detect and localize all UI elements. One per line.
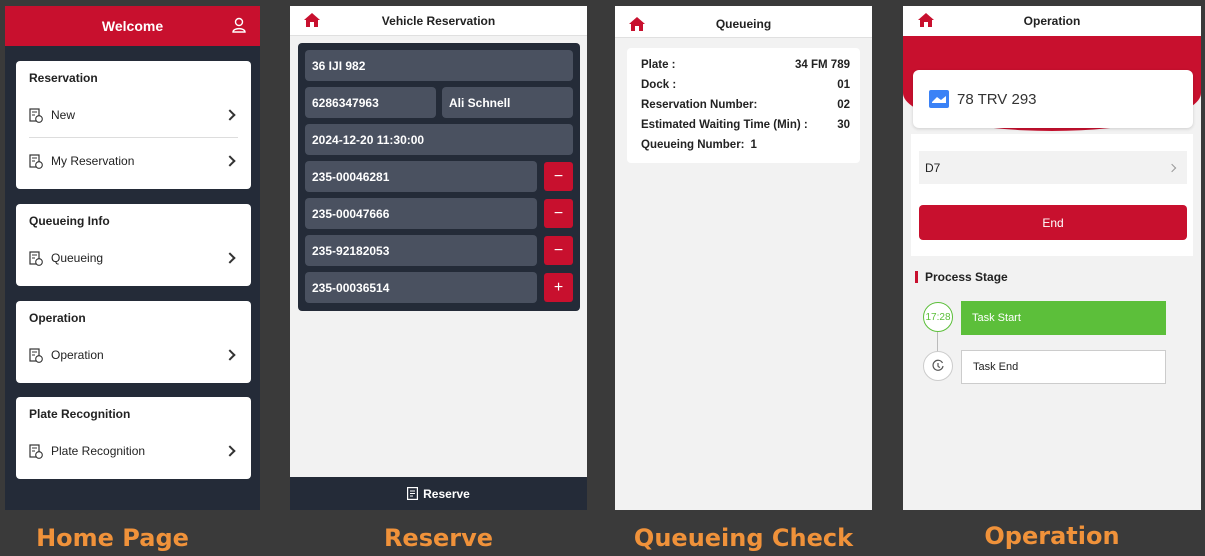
queueing-screen: Queueing Plate : 34 FM 789 Dock : 01 Res… — [615, 6, 872, 510]
caption-home: Home Page — [36, 524, 189, 552]
remove-order-button[interactable]: − — [544, 162, 573, 191]
stage-task-end: Task End — [961, 350, 1166, 384]
document-clock-icon — [29, 107, 43, 123]
plate-number: 78 TRV 293 — [957, 90, 1037, 108]
user-icon[interactable] — [232, 17, 246, 33]
info-row-waiting-time: Estimated Waiting Time (Min) : 30 — [641, 119, 850, 135]
document-clock-icon — [29, 347, 43, 363]
end-button[interactable]: End — [919, 205, 1187, 240]
card-title: Reservation — [29, 71, 98, 85]
chevron-right-icon — [224, 252, 236, 264]
home-header: Welcome — [5, 6, 260, 46]
menu-item-new[interactable]: New — [29, 103, 238, 127]
stage-time-badge: 17:28 — [923, 302, 953, 332]
dock-value: D7 — [925, 160, 941, 175]
add-order-button[interactable]: + — [544, 273, 573, 302]
plate-recognition-card: Plate Recognition Plate Recognition — [16, 397, 251, 479]
operation-topbar: Operation — [903, 6, 1201, 36]
menu-item-label: My Reservation — [51, 154, 135, 168]
menu-item-plate-recognition[interactable]: Plate Recognition — [29, 439, 238, 463]
name-field[interactable]: Ali Schnell — [442, 87, 573, 118]
document-clock-icon — [29, 443, 43, 459]
order-field[interactable]: 235-92182053 — [305, 235, 537, 266]
info-row-reservation-number: Reservation Number: 02 — [641, 99, 850, 115]
card-title: Plate Recognition — [29, 407, 131, 421]
datetime-field[interactable]: 2024-12-20 11:30:00 — [305, 124, 573, 155]
queue-info-card: Plate : 34 FM 789 Dock : 01 Reservation … — [627, 48, 860, 163]
chevron-right-icon — [224, 155, 236, 167]
truck-icon — [929, 90, 949, 108]
page-title: Vehicle Reservation — [381, 14, 496, 28]
page-title: Queueing — [715, 17, 772, 31]
remove-order-button[interactable]: − — [544, 199, 573, 228]
reserve-screen: Vehicle Reservation 36 IJI 982 628634796… — [290, 6, 587, 510]
welcome-title: Welcome — [101, 18, 164, 34]
chevron-right-icon — [224, 349, 236, 361]
menu-item-label: Operation — [51, 348, 104, 362]
info-value: 30 — [837, 119, 850, 131]
reservation-card: Reservation New My Reservation — [16, 61, 251, 189]
home-page-screen: Welcome Reservation New My Reservation Q… — [5, 6, 260, 510]
plate-card: 78 TRV 293 — [913, 70, 1193, 128]
card-title: Queueing Info — [29, 214, 110, 228]
process-stage-title: Process Stage — [915, 271, 1008, 283]
caption-operation: Operation — [984, 522, 1120, 550]
info-row-plate: Plate : 34 FM 789 — [641, 59, 850, 75]
reserve-topbar: Vehicle Reservation — [290, 6, 587, 36]
document-clock-icon — [29, 250, 43, 266]
info-label: Plate : — [641, 59, 676, 71]
document-icon — [407, 487, 419, 500]
divider — [29, 137, 238, 138]
menu-item-operation[interactable]: Operation — [29, 343, 238, 367]
order-field[interactable]: 235-00047666 — [305, 198, 537, 229]
caption-reserve: Reserve — [383, 524, 494, 552]
info-row-queueing-number: Queueing Number: 1 — [641, 139, 850, 155]
operation-screen: Operation 78 TRV 293 D7 End Process Stag… — [903, 6, 1201, 510]
chevron-right-icon — [224, 445, 236, 457]
page-title: Operation — [1023, 14, 1081, 28]
info-label: Reservation Number: — [641, 99, 758, 111]
document-clock-icon — [29, 153, 43, 169]
menu-item-label: Queueing — [51, 251, 104, 265]
info-value: 1 — [750, 139, 757, 151]
reserve-button-label: Reserve — [423, 486, 470, 501]
menu-item-queueing[interactable]: Queueing — [29, 246, 238, 270]
info-label: Dock : — [641, 79, 677, 91]
card-title: Operation — [29, 311, 86, 325]
info-label: Estimated Waiting Time (Min) : — [641, 119, 808, 131]
menu-item-label: Plate Recognition — [51, 444, 146, 458]
menu-item-my-reservation[interactable]: My Reservation — [29, 149, 238, 173]
operation-panel: D7 End — [911, 134, 1193, 256]
info-value: 34 FM 789 — [795, 59, 850, 71]
remove-order-button[interactable]: − — [544, 236, 573, 265]
caption-queueing: Queueing Check — [633, 524, 854, 552]
order-field[interactable]: 235-00036514 — [305, 272, 537, 303]
phone-field[interactable]: 6286347963 — [305, 87, 436, 118]
queueing-topbar: Queueing — [615, 6, 872, 38]
chevron-right-icon — [1167, 163, 1177, 172]
queueing-info-card: Queueing Info Queueing — [16, 204, 251, 286]
info-row-dock: Dock : 01 — [641, 79, 850, 95]
order-field[interactable]: 235-00046281 — [305, 161, 537, 192]
stage-task-start: Task Start — [961, 301, 1166, 335]
chevron-right-icon — [224, 109, 236, 121]
menu-item-label: New — [51, 108, 76, 122]
clock-icon — [923, 351, 953, 381]
reservation-form: 36 IJI 982 6286347963 Ali Schnell 2024-1… — [298, 43, 580, 311]
info-value: 02 — [837, 99, 850, 111]
operation-card: Operation Operation — [16, 301, 251, 383]
info-value: 01 — [837, 79, 850, 91]
info-label: Queueing Number: — [641, 139, 745, 151]
plate-field[interactable]: 36 IJI 982 — [305, 50, 573, 81]
reserve-button[interactable]: Reserve — [290, 477, 587, 510]
dock-selector[interactable]: D7 — [919, 151, 1187, 184]
